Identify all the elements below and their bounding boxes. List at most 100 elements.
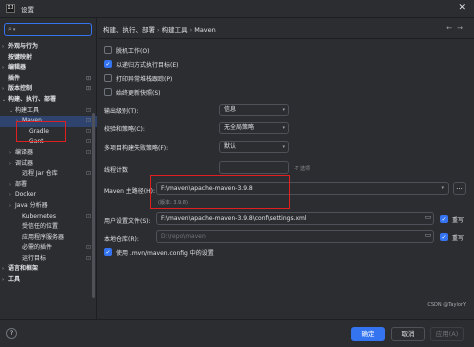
cancel-button[interactable]: 取消 bbox=[391, 327, 425, 341]
stacktrace-checkbox[interactable] bbox=[104, 74, 112, 82]
settings-tree: › 外观与行为 按键映射 › 编辑器 插件 ⊡ › 版本控制 ⊡ ⌄ 构建、执行、部署 ⌄ 构建工具 ⊡ › M… bbox=[0, 42, 97, 286]
project-settings-icon: ⊡ bbox=[85, 254, 91, 262]
header-divider bbox=[98, 38, 474, 39]
sidebar-item-label: 部署 bbox=[15, 180, 28, 188]
sidebar-item-label: 远程 Jar 仓库 bbox=[22, 170, 58, 178]
sidebar-item[interactable]: 必需的插件 ⊡ bbox=[0, 243, 97, 254]
nav-arrows: ←→ bbox=[446, 24, 468, 32]
checksum-policy-value: 无全局策略 bbox=[224, 124, 255, 131]
stacktrace-checkbox-row[interactable]: 打印异常堆栈跟踪(P) bbox=[104, 73, 172, 83]
user-settings-label: 用户设置文件(S): bbox=[104, 218, 151, 225]
maven-home-label: Maven 主路径(H): bbox=[104, 188, 156, 195]
sidebar-item-label: 按键映射 bbox=[8, 53, 33, 61]
recursive-checkbox[interactable]: ✓ bbox=[104, 60, 112, 68]
sidebar-item[interactable]: ⌄ 构建工具 ⊡ bbox=[0, 106, 97, 117]
chevron-down-icon: ▾ bbox=[441, 185, 444, 191]
sidebar-item[interactable]: 运行目标 ⊡ bbox=[0, 254, 97, 265]
folder-icon[interactable]: ▭ bbox=[423, 213, 433, 224]
sidebar-item-label: 构建、执行、部署 bbox=[8, 95, 57, 103]
multiproject-failure-label: 多项目构建失败策略(F): bbox=[104, 145, 169, 152]
sidebar-item-label: 外观与行为 bbox=[8, 43, 39, 50]
output-level-label: 输出级别(T): bbox=[104, 108, 139, 115]
multiproject-failure-select[interactable]: 默认 ▾ bbox=[219, 141, 289, 153]
sidebar-item-label: 调试器 bbox=[15, 159, 34, 167]
sidebar-item-label: 编译器 bbox=[15, 148, 34, 156]
sidebar-item-label: 构建工具 bbox=[15, 106, 40, 114]
sidebar-item-label: 应用程序服务器 bbox=[22, 233, 65, 241]
ok-button[interactable]: 确定 bbox=[351, 327, 385, 341]
local-repo-label: 本地仓库(R): bbox=[104, 236, 139, 243]
sidebar-item[interactable]: › 编译器 ⊡ bbox=[0, 148, 97, 159]
sidebar-item[interactable]: › Docker bbox=[0, 190, 97, 201]
update-snapshots-checkbox-row[interactable]: 始终更新快照(S) bbox=[104, 87, 161, 97]
local-repo-input[interactable]: D:\repo\maven bbox=[156, 230, 434, 243]
output-level-select[interactable]: 信息 ▾ bbox=[219, 104, 289, 116]
user-settings-override-row[interactable]: ✓ 重写 bbox=[440, 214, 464, 224]
sidebar-item[interactable]: › Java 分析器 bbox=[0, 201, 97, 212]
sidebar-item-label: Kubernetes bbox=[22, 212, 56, 220]
project-settings-icon: ⊡ bbox=[85, 244, 91, 252]
checksum-policy-select[interactable]: 无全局策略 ▾ bbox=[219, 122, 289, 134]
sidebar-item[interactable]: Kubernetes ⊡ bbox=[0, 212, 97, 223]
thread-count-input[interactable] bbox=[219, 161, 289, 174]
use-maven-config-row[interactable]: ✓ 使用 .mvn/maven.config 中的设置 bbox=[104, 247, 214, 257]
sidebar-item[interactable]: 插件 ⊡ bbox=[0, 74, 97, 85]
close-icon[interactable]: ✕ bbox=[458, 3, 466, 13]
maven-item-highlight bbox=[16, 121, 66, 142]
intellij-app-icon: IJ bbox=[6, 4, 15, 13]
sidebar-scrollbar[interactable] bbox=[92, 113, 95, 298]
sidebar-item-label: 编辑器 bbox=[8, 64, 27, 72]
sidebar-item-label: Java 分析器 bbox=[15, 201, 48, 209]
project-settings-icon: ⊡ bbox=[85, 74, 91, 82]
update-snapshots-label: 始终更新快照(S) bbox=[116, 89, 161, 97]
stacktrace-label: 打印异常堆栈跟踪(P) bbox=[116, 75, 173, 83]
folder-icon[interactable]: ▭ bbox=[423, 231, 433, 242]
sidebar-item[interactable]: 远程 Jar 仓库 ⊡ bbox=[0, 169, 97, 180]
sidebar-item[interactable]: ⌄ 构建、执行、部署 bbox=[0, 95, 97, 106]
sidebar-item[interactable]: 受信任的位置 bbox=[0, 222, 97, 233]
sidebar-item[interactable]: › 外观与行为 bbox=[0, 42, 97, 53]
settings-sidebar: ⌕ ▾ › 外观与行为 按键映射 › 编辑器 插件 ⊡ › 版本控制 ⊡ ⌄ 构建、执行、部署 ⌄ 构建工… bbox=[0, 18, 97, 319]
offline-checkbox-row[interactable]: 脱机工作(O) bbox=[104, 45, 149, 55]
chevron-down-icon: ▾ bbox=[282, 125, 285, 131]
sidebar-item[interactable]: › 工具 bbox=[0, 275, 97, 286]
back-arrow-icon[interactable]: ← bbox=[446, 24, 457, 32]
local-repo-override-checkbox[interactable]: ✓ bbox=[440, 233, 448, 241]
sidebar-item[interactable]: 按键映射 bbox=[0, 53, 97, 64]
update-snapshots-checkbox[interactable] bbox=[104, 88, 112, 96]
use-maven-config-checkbox[interactable]: ✓ bbox=[104, 248, 112, 256]
project-settings-icon: ⊡ bbox=[85, 170, 91, 178]
sidebar-item[interactable]: › 编辑器 bbox=[0, 63, 97, 74]
sidebar-item[interactable]: 应用程序服务器 bbox=[0, 233, 97, 244]
sidebar-item[interactable]: › 部署 bbox=[0, 180, 97, 191]
sidebar-item[interactable]: › 语言和框架 bbox=[0, 264, 97, 275]
apply-button[interactable]: 应用(A) bbox=[430, 327, 464, 341]
recursive-checkbox-row[interactable]: ✓ 以递归方式执行目标(E) bbox=[104, 59, 178, 69]
chevron-down-icon: ▾ bbox=[282, 144, 285, 150]
sidebar-item[interactable]: › 版本控制 ⊡ bbox=[0, 84, 97, 95]
user-settings-input[interactable]: F:\maven\apache-maven-3.9.8\conf\setting… bbox=[156, 212, 434, 225]
chevron-down-icon: ▾ bbox=[282, 107, 285, 113]
project-settings-icon: ⊡ bbox=[85, 127, 91, 135]
search-icon: ⌕ bbox=[8, 25, 12, 33]
breadcrumb-item[interactable]: 构建工具 bbox=[162, 26, 188, 34]
project-settings-icon: ⊡ bbox=[85, 85, 91, 93]
project-settings-icon: ⊡ bbox=[85, 117, 91, 125]
search-dropdown-icon: ▾ bbox=[12, 26, 16, 33]
local-repo-override-row[interactable]: ✓ 重写 bbox=[440, 232, 464, 242]
title-bar: IJ 设置 ✕ bbox=[0, 0, 474, 18]
forward-arrow-icon[interactable]: → bbox=[457, 24, 468, 32]
output-level-value: 信息 bbox=[224, 106, 237, 113]
use-maven-config-label: 使用 .mvn/maven.config 中的设置 bbox=[116, 249, 214, 257]
offline-checkbox[interactable] bbox=[104, 46, 112, 54]
project-settings-icon: ⊡ bbox=[85, 138, 91, 146]
breadcrumb-item[interactable]: 构建、执行、部署 bbox=[103, 26, 155, 34]
user-settings-override-checkbox[interactable]: ✓ bbox=[440, 215, 448, 223]
settings-search-input[interactable]: ⌕ ▾ bbox=[4, 23, 92, 36]
help-icon[interactable]: ? bbox=[6, 328, 17, 339]
sidebar-item[interactable]: › 调试器 bbox=[0, 159, 97, 170]
thread-count-hint: -T 选项 bbox=[294, 166, 310, 172]
sidebar-item-label: 必需的插件 bbox=[22, 244, 53, 252]
sidebar-item-label: 插件 bbox=[8, 74, 21, 82]
maven-home-browse-button[interactable]: ... bbox=[453, 182, 466, 195]
